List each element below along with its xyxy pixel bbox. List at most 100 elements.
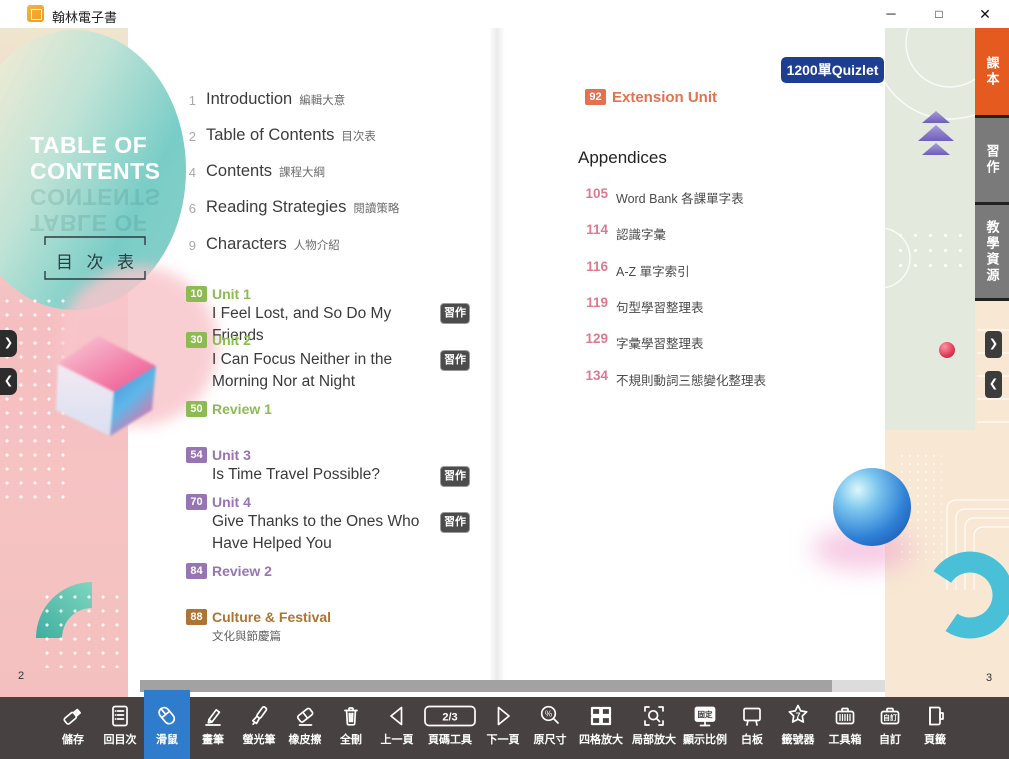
tool-whiteboard[interactable]: 白板 <box>730 697 774 759</box>
svg-text:自訂: 自訂 <box>883 713 897 722</box>
tool-back-to-toc[interactable]: 回目次 <box>96 697 144 759</box>
tab-teaching-resources[interactable]: 教學資源 <box>975 205 1009 301</box>
culture-label[interactable]: Culture & Festival <box>212 609 331 625</box>
appendices-heading: Appendices <box>578 148 667 168</box>
tool-next-page[interactable]: 下一頁 <box>480 697 526 759</box>
page-seam <box>489 28 505 680</box>
horizontal-scrollbar-thumb[interactable] <box>140 680 832 692</box>
right-panel-expand-button[interactable]: ❯ <box>985 331 1002 358</box>
quizlet-button[interactable]: 1200單Quizlet <box>781 57 884 83</box>
star-number-icon: 7 <box>784 702 812 730</box>
left-panel-expand-button[interactable]: ❯ <box>0 330 17 357</box>
blue-sphere-shape <box>833 468 911 546</box>
left-panel-collapse-button[interactable]: ❮ <box>0 368 17 395</box>
tool-custom[interactable]: 自訂 自訂 <box>868 697 912 759</box>
tool-original-size[interactable]: % 原尺寸 <box>526 697 574 759</box>
page-number-right: 3 <box>986 672 992 684</box>
dots-pattern <box>40 590 134 668</box>
pencil-icon <box>199 702 227 730</box>
appendix-az-index[interactable]: 116 A-Z 單字索引 <box>578 259 868 281</box>
page-number-left: 2 <box>18 670 24 682</box>
zoom-percent-icon: % <box>536 702 564 730</box>
culture-subtitle: 文化與節慶篇 <box>212 628 281 644</box>
unit3-label[interactable]: Unit 3 <box>212 447 251 463</box>
tool-delete-all[interactable]: 全刪 <box>328 697 374 759</box>
svg-text:固定: 固定 <box>698 709 713 719</box>
cover-subtitle-frame: 目 次 表 <box>44 236 146 280</box>
appendix-irregular-verbs[interactable]: 134 不規則動詞三態變化整理表 <box>578 368 868 390</box>
custom-box-icon: 自訂 <box>876 702 904 730</box>
appendix-word-bank[interactable]: 105 Word Bank 各課單字表 <box>578 186 868 208</box>
review2-page-badge: 84 <box>186 563 207 579</box>
unit3-workbook-button[interactable]: 習作 <box>440 466 470 487</box>
unit2-title[interactable]: I Can Focus Neither in the Morning Nor a… <box>212 349 444 393</box>
tool-page-number[interactable]: 2/3 頁碼工具 <box>420 697 480 759</box>
tool-eraser[interactable]: 橡皮擦 <box>282 697 328 759</box>
review1-label[interactable]: Review 1 <box>212 401 272 417</box>
right-panel-collapse-button[interactable]: ❮ <box>985 371 1002 398</box>
teal-ring-shape <box>922 546 1009 644</box>
unit2-workbook-button[interactable]: 習作 <box>440 350 470 371</box>
tool-highlighter[interactable]: 螢光筆 <box>236 697 282 759</box>
toc-document-icon <box>106 702 134 730</box>
appendix-vocab-summary[interactable]: 129 字彙學習整理表 <box>578 331 868 353</box>
prev-triangle-icon <box>383 702 411 730</box>
review2-label[interactable]: Review 2 <box>212 563 272 579</box>
mouse-icon <box>153 702 181 730</box>
appendix-vocabulary[interactable]: 114 認識字彙 <box>578 222 868 244</box>
unit4-workbook-button[interactable]: 習作 <box>440 512 470 533</box>
unit3-title[interactable]: Is Time Travel Possible? <box>212 464 444 486</box>
review1-page-badge: 50 <box>186 401 207 417</box>
tool-display-ratio[interactable]: 固定 顯示比例 <box>680 697 730 759</box>
unit2-label[interactable]: Unit 2 <box>212 332 251 348</box>
unit4-label[interactable]: Unit 4 <box>212 494 251 510</box>
maximize-button[interactable]: □ <box>922 0 956 28</box>
tool-mouse[interactable]: 滑鼠 <box>144 690 190 759</box>
tab-workbook[interactable]: 習作 <box>975 118 1009 205</box>
dots-pattern <box>893 228 969 276</box>
tool-number-picker[interactable]: 7 籤號器 <box>774 697 822 759</box>
region-zoom-icon <box>640 702 668 730</box>
eraser-icon <box>291 702 319 730</box>
red-ball-shape <box>939 342 955 358</box>
cover-title-reflection: TABLE OF CONTENTS <box>30 184 170 236</box>
tab-textbook[interactable]: 課本 <box>975 28 1009 118</box>
tool-toolbox[interactable]: 工具箱 <box>822 697 868 759</box>
monitor-ratio-icon: 固定 <box>691 702 719 730</box>
tool-pen[interactable]: 畫筆 <box>190 697 236 759</box>
toc-item-characters[interactable]: 9 Characters人物介紹 <box>180 235 480 259</box>
four-grid-icon <box>587 702 615 730</box>
highlighter-icon <box>245 702 273 730</box>
toc-item-contents[interactable]: 4 Contents課程大綱 <box>180 162 480 186</box>
toc-item-table-of-contents[interactable]: 2 Table of Contents目次表 <box>180 126 480 150</box>
triangles-shape <box>908 110 964 164</box>
appendix-sentence-patterns[interactable]: 119 句型學習整理表 <box>578 295 868 317</box>
close-button[interactable]: ✕ <box>968 0 1002 28</box>
toc-item-reading-strategies[interactable]: 6 Reading Strategies閱讀策略 <box>180 198 480 222</box>
unit1-workbook-button[interactable]: 習作 <box>440 303 470 324</box>
tool-region-zoom[interactable]: 局部放大 <box>628 697 680 759</box>
tool-four-grid-zoom[interactable]: 四格放大 <box>574 697 628 759</box>
unit3-page-badge: 54 <box>186 447 207 463</box>
svg-text:2/3: 2/3 <box>442 712 457 724</box>
toc-item-introduction[interactable]: 1 Introduction編輯大意 <box>180 90 480 114</box>
unit1-label[interactable]: Unit 1 <box>212 286 251 302</box>
tool-prev-page[interactable]: 上一頁 <box>374 697 420 759</box>
unit4-title[interactable]: Give Thanks to the Ones Who Have Helped … <box>212 511 444 555</box>
minimize-button[interactable]: ─ <box>874 0 908 28</box>
tool-save[interactable]: 儲存 <box>50 697 96 759</box>
whiteboard-icon <box>738 702 766 730</box>
page-number-box-icon: 2/3 <box>422 702 478 730</box>
ebook-reader-window: 翰林電子書 ─ □ ✕ TABLE OF CONTENTS TABLE OF C… <box>0 0 1009 759</box>
extension-unit-label[interactable]: Extension Unit <box>612 89 717 106</box>
tool-page-tabs[interactable]: 頁籤 <box>912 697 958 759</box>
cube-shape <box>52 328 164 440</box>
svg-text:7: 7 <box>795 711 800 721</box>
cover-subtitle: 目 次 表 <box>56 248 134 273</box>
usb-save-icon <box>59 702 87 730</box>
svg-text:%: % <box>545 710 552 719</box>
toolbox-icon <box>831 702 859 730</box>
next-triangle-icon <box>489 702 517 730</box>
extension-page-badge: 92 <box>585 89 606 105</box>
title-bar: 翰林電子書 ─ □ ✕ <box>0 0 1009 28</box>
